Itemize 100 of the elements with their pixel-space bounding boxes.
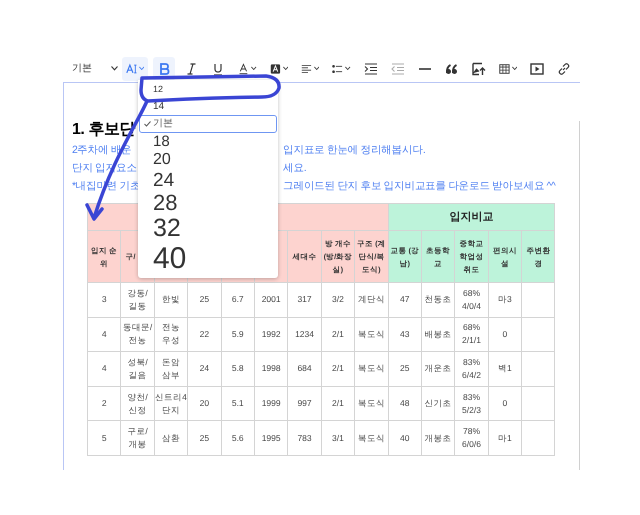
table-cell: 68% 4/0/4 — [454, 282, 488, 318]
caret-icon — [251, 66, 257, 71]
font-size-option[interactable]: 20 — [139, 150, 277, 170]
table-cell: 동대문/ 전농 — [120, 317, 154, 352]
table-cell: 계단식 — [354, 282, 388, 318]
font-size-option[interactable]: 기본 — [139, 115, 277, 133]
group-header-cell: 입지비교 — [388, 204, 555, 230]
check-icon — [144, 121, 151, 127]
table-cell: 5 — [88, 420, 121, 456]
table-cell: 2/1 — [321, 386, 355, 421]
caret-icon — [314, 66, 320, 71]
table-cell: 복도식 — [354, 352, 388, 386]
table-cell: 22 — [188, 317, 222, 352]
table-cell: 2/1 — [321, 352, 355, 386]
link-icon — [557, 62, 572, 76]
table-cell: 신트리4 단지 — [154, 386, 188, 421]
table-cell: 5.8 — [221, 352, 254, 386]
table-cell: 구로/ 개봉 — [120, 420, 154, 456]
table-cell: 4 — [88, 352, 121, 386]
table-cell: 복도식 — [354, 420, 388, 456]
font-size-option[interactable]: 18 — [139, 133, 277, 150]
table-cell: 벽1 — [488, 352, 522, 386]
table-cell: 78% 6/0/6 — [454, 420, 488, 456]
font-size-option[interactable]: 24 — [139, 170, 277, 191]
table-cell: 25 — [188, 282, 222, 318]
table-cell: 1992 — [254, 317, 288, 352]
table-cell: 마3 — [488, 282, 522, 318]
table-cell: 1995 — [254, 420, 288, 456]
table-cell — [522, 352, 555, 386]
table-cell: 2 — [88, 386, 121, 421]
table-cell: 68% 2/1/1 — [454, 317, 488, 352]
table-cell: 0 — [488, 317, 522, 352]
table-cell: 6.7 — [221, 282, 254, 318]
table-cell: 배봉초 — [421, 317, 455, 352]
text-color-icon — [238, 62, 250, 76]
table-cell: 3/1 — [321, 420, 355, 456]
highlight-icon — [270, 62, 281, 76]
table-cell: 0 — [488, 386, 522, 421]
caret-icon — [282, 66, 288, 71]
font-size-button[interactable] — [122, 56, 148, 80]
table-cell: 25 — [388, 352, 422, 386]
table-cell: 돈암 삼부 — [154, 352, 188, 386]
indent-icon — [364, 62, 378, 76]
table-cell: 성북/ 길음 — [120, 352, 154, 386]
table-cell: 삼환 — [154, 420, 188, 456]
table-cell: 40 — [388, 420, 422, 456]
table-cell: 24 — [188, 352, 222, 386]
bold-icon — [157, 62, 172, 76]
table-cell: 4 — [88, 317, 121, 352]
table-cell: 25 — [188, 420, 222, 456]
table-cell: 한빛 — [154, 282, 188, 318]
table-cell — [522, 317, 555, 352]
table-cell: 1234 — [288, 317, 322, 352]
video-icon — [530, 62, 544, 76]
caret-icon — [111, 66, 118, 71]
table-cell: 317 — [288, 282, 322, 318]
table-cell: 개운초 — [421, 352, 455, 386]
caret-icon — [512, 66, 518, 71]
table-cell — [522, 386, 555, 421]
intro-text: 입지표로 한눈에 정리해봅시다. — [283, 143, 426, 158]
table-icon — [498, 62, 510, 76]
table-cell: 2/1 — [321, 317, 355, 352]
table-cell: 1998 — [254, 352, 288, 386]
horizontal-rule-icon — [418, 68, 431, 70]
quote-icon — [444, 62, 459, 76]
style-dropdown[interactable]: 기본 — [62, 58, 122, 80]
font-size-icon — [126, 62, 138, 76]
table-cell: 47 — [388, 282, 422, 318]
table-cell: 5.9 — [221, 317, 254, 352]
table-cell — [522, 282, 555, 318]
table-cell: 2001 — [254, 282, 288, 318]
table-cell: 3/2 — [321, 282, 355, 318]
table-cell: 997 — [288, 386, 322, 421]
table-cell: 783 — [288, 420, 322, 456]
table-cell: 5.1 — [221, 386, 254, 421]
table-cell: 48 — [388, 386, 422, 421]
outdent-icon — [390, 62, 405, 76]
table-cell: 3 — [88, 282, 121, 318]
intro-text: 세요. — [283, 161, 306, 176]
table-cell — [522, 420, 555, 456]
table-cell: 1999 — [254, 386, 288, 421]
table-cell: 신기초 — [421, 386, 455, 421]
table-cell: 684 — [288, 352, 322, 386]
table-cell: 개봉초 — [421, 420, 455, 456]
intro-text: 그레이드된 단지 후보 입지비교표를 다운로드 받아보세요 ^^ — [283, 179, 556, 194]
table-cell: 복도식 — [354, 386, 388, 421]
font-size-option[interactable]: 14 — [139, 98, 277, 115]
table-cell: 천동초 — [421, 282, 455, 318]
table-cell: 5.6 — [221, 420, 254, 456]
table-cell: 양천/ 신정 — [120, 386, 154, 421]
table-cell: 20 — [188, 386, 222, 421]
caret-icon — [139, 66, 144, 71]
image-upload-icon — [472, 62, 486, 76]
table-cell: 강동/ 길동 — [120, 282, 154, 318]
table-cell: 복도식 — [354, 317, 388, 352]
table-cell: 43 — [388, 317, 422, 352]
table-cell: 83% 6/4/2 — [454, 352, 488, 386]
font-size-option[interactable]: 28 — [139, 191, 277, 215]
table-cell: 83% 5/2/3 — [454, 386, 488, 421]
table-cell: 마1 — [488, 420, 522, 456]
